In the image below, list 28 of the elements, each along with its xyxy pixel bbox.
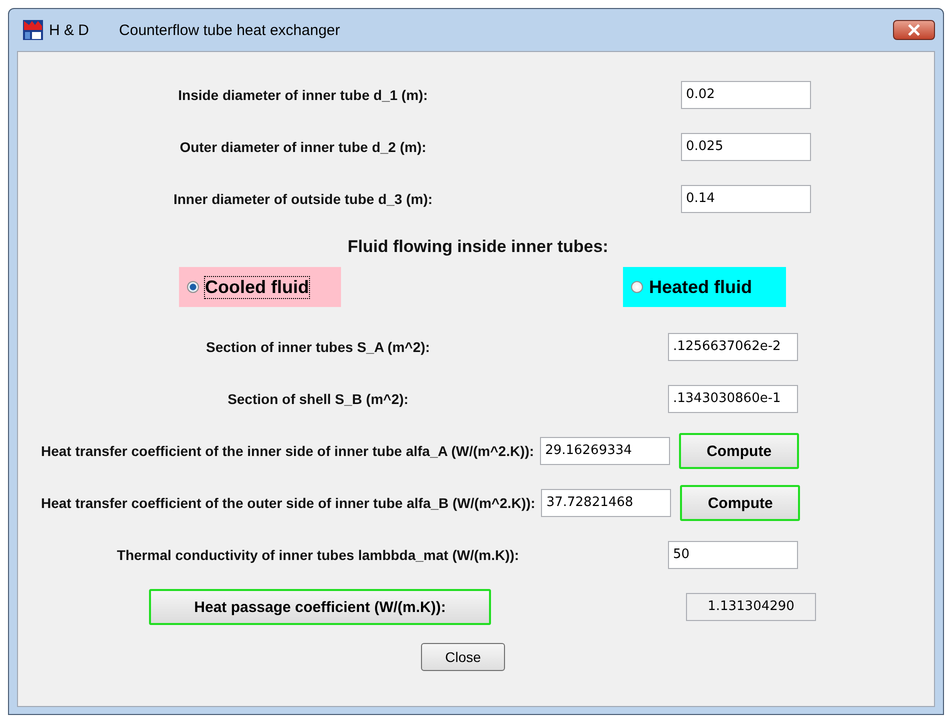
radio-option[interactable]: Heated fluid [623, 267, 786, 307]
field-label: Inside diameter of inner tube d_1 (m): [177, 87, 429, 103]
app-name: H & D [49, 22, 90, 38]
close-button[interactable]: Close [421, 643, 505, 671]
input-field[interactable]: 50 [668, 541, 798, 569]
input-field[interactable]: 0.14 [681, 185, 811, 213]
close-icon[interactable] [893, 20, 935, 40]
field-label: Thermal conductivity of inner tubes lambbda_mat (W/(m.K)): [116, 547, 520, 563]
input-field[interactable]: 29.16269334 [540, 437, 670, 465]
input-field[interactable]: .1256637062e-2 [668, 333, 798, 361]
field-label: Section of inner tubes S_A (m^2): [205, 339, 431, 355]
window-title: Counterflow tube heat exchanger [119, 22, 340, 38]
field-label: Heat transfer coefficient of the inner side of inner tube alfa_A (W/(m^2.K)): [41, 443, 534, 459]
field-label: Inner diameter of outside tube d_3 (m): [172, 191, 434, 207]
radio-option[interactable]: Cooled fluid [179, 267, 341, 307]
compute-button[interactable]: Compute [680, 485, 800, 521]
input-field[interactable]: 0.025 [681, 133, 811, 161]
app-icon [23, 20, 43, 40]
heat-passage-button[interactable]: Heat passage coefficient (W/(m.K)): [149, 589, 491, 625]
output-field: 1.131304290 [686, 593, 816, 621]
field-label: Outer diameter of inner tube d_2 (m): [178, 139, 428, 155]
compute-button[interactable]: Compute [679, 433, 800, 469]
input-field[interactable]: 0.02 [681, 81, 811, 109]
input-field[interactable]: 37.72821468 [541, 489, 672, 517]
section-heading: Fluid flowing inside inner tubes: [346, 237, 610, 257]
field-label: Heat transfer coefficient of the outer side of inner tube alfa_B (W/(m^2.K)): [41, 495, 536, 511]
field-label: Section of shell S_B (m^2): [226, 391, 410, 407]
input-field[interactable]: .1343030860e-1 [668, 385, 798, 413]
